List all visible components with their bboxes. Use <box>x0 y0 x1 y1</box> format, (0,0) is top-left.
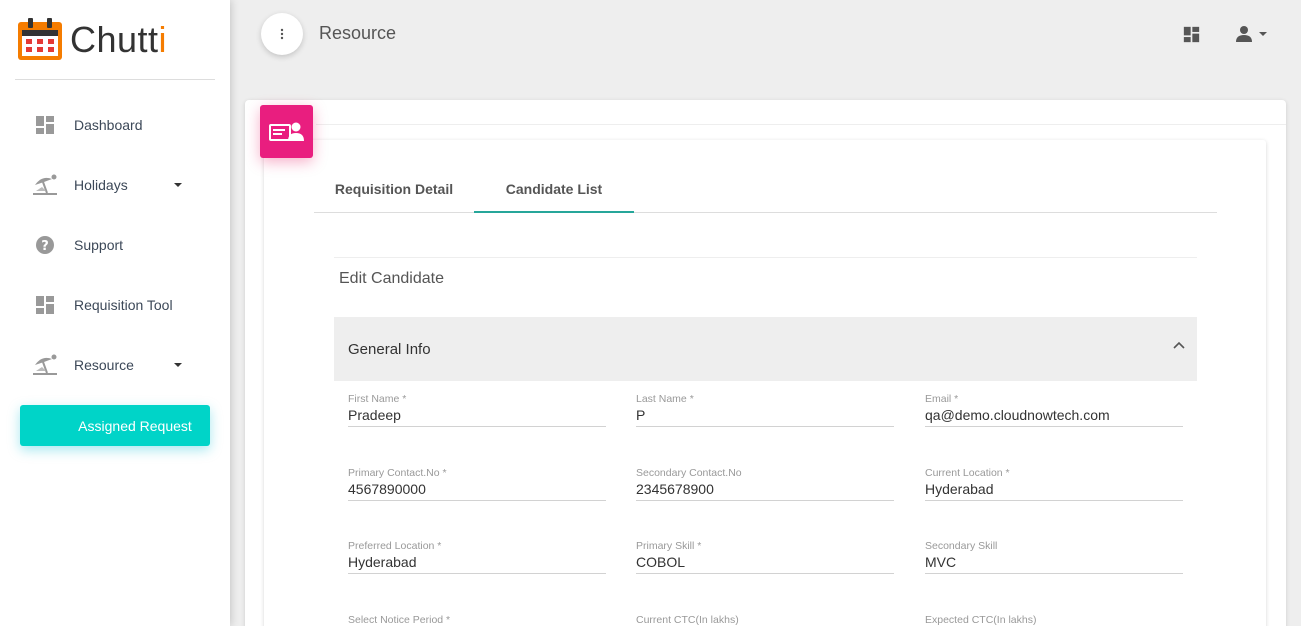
more-menu-button[interactable] <box>261 13 303 55</box>
dashboard-icon <box>32 292 58 318</box>
tab-candidate-list[interactable]: Candidate List <box>474 165 634 213</box>
dashboard-icon <box>32 112 58 138</box>
field-label: Select Notice Period * <box>348 614 451 626</box>
primary-skill-field: Primary Skill * <box>636 540 894 580</box>
current-location-field: Current Location * <box>925 467 1183 507</box>
section-title: Edit Candidate <box>339 270 444 287</box>
sidebar-item-requisition-tool[interactable]: Requisition Tool <box>0 275 230 335</box>
general-info-accordion[interactable]: General Info <box>334 317 1197 381</box>
preferred-location-field: Preferred Location * <box>348 540 606 580</box>
sidebar-item-label: Holidays <box>74 177 128 193</box>
primary-skill-input[interactable] <box>636 550 894 574</box>
caret-down-icon <box>174 183 182 187</box>
app-logo[interactable]: Chutti <box>16 18 167 62</box>
sidebar-item-label: Resource <box>74 357 134 373</box>
section-divider <box>334 257 1197 258</box>
sidebar-item-holidays[interactable]: Holidays <box>0 155 230 215</box>
email-input[interactable] <box>925 403 1183 427</box>
accordion-title: General Info <box>348 340 431 358</box>
dashboard-button[interactable] <box>1183 26 1200 48</box>
app-logo-text: Chutti <box>70 18 167 62</box>
person-icon <box>1236 26 1252 42</box>
field-label: Current CTC(In lakhs) <box>636 614 739 626</box>
primary-contact-input[interactable] <box>348 477 606 501</box>
secondary-contact-input[interactable] <box>636 477 894 501</box>
expected-ctc-field: Expected CTC(In lakhs) <box>925 614 1183 626</box>
tab-bar: Requisition Detail Candidate List <box>314 165 1217 213</box>
sidebar-item-dashboard[interactable]: Dashboard <box>0 95 230 155</box>
page-title: Resource <box>319 23 397 43</box>
card-header-divider <box>316 124 1286 125</box>
dashboard-icon <box>1183 26 1200 43</box>
sidebar-item-label: Dashboard <box>74 117 143 133</box>
logo-text-accent: i <box>158 19 168 60</box>
field-label: Expected CTC(In lakhs) <box>925 614 1037 626</box>
chevron-up-icon <box>1173 341 1185 349</box>
tab-requisition-detail[interactable]: Requisition Detail <box>314 165 474 212</box>
secondary-skill-field: Secondary Skill <box>925 540 1183 580</box>
beach-icon <box>32 172 58 198</box>
sidebar-item-support[interactable]: ? Support <box>0 215 230 275</box>
first-name-input[interactable] <box>348 403 606 427</box>
assigned-request-button[interactable]: Assigned Request <box>20 405 210 446</box>
sidebar-nav: Dashboard Holidays ? Support Requisition… <box>0 95 230 395</box>
sidebar-item-resource[interactable]: Resource <box>0 335 230 395</box>
preferred-location-input[interactable] <box>348 550 606 574</box>
last-name-field: Last Name * <box>636 393 894 433</box>
current-ctc-field: Current CTC(In lakhs) <box>636 614 894 626</box>
user-menu-button[interactable] <box>1235 25 1267 43</box>
logo-divider <box>15 79 215 80</box>
current-location-input[interactable] <box>925 477 1183 501</box>
caret-down-icon <box>1259 32 1267 36</box>
secondary-skill-input[interactable] <box>925 550 1183 574</box>
beach-icon <box>32 352 58 378</box>
first-name-field: First Name * <box>348 393 606 433</box>
more-vert-icon <box>280 28 284 40</box>
email-field: Email * <box>925 393 1183 433</box>
candidate-card-icon <box>260 105 313 158</box>
help-icon: ? <box>32 232 58 258</box>
sidebar-item-label: Requisition Tool <box>74 297 173 313</box>
svg-text:?: ? <box>41 239 49 254</box>
last-name-input[interactable] <box>636 403 894 427</box>
sidebar-item-label: Support <box>74 237 124 253</box>
logo-text-main: Chutt <box>70 19 159 60</box>
calendar-logo-icon <box>16 18 64 62</box>
caret-down-icon <box>174 363 182 367</box>
sidebar: Chutti Dashboard Holidays ? Support Requ… <box>0 0 230 626</box>
primary-contact-field: Primary Contact.No * <box>348 467 606 507</box>
secondary-contact-field: Secondary Contact.No <box>636 467 894 507</box>
notice-period-field: Select Notice Period * <box>348 614 606 626</box>
